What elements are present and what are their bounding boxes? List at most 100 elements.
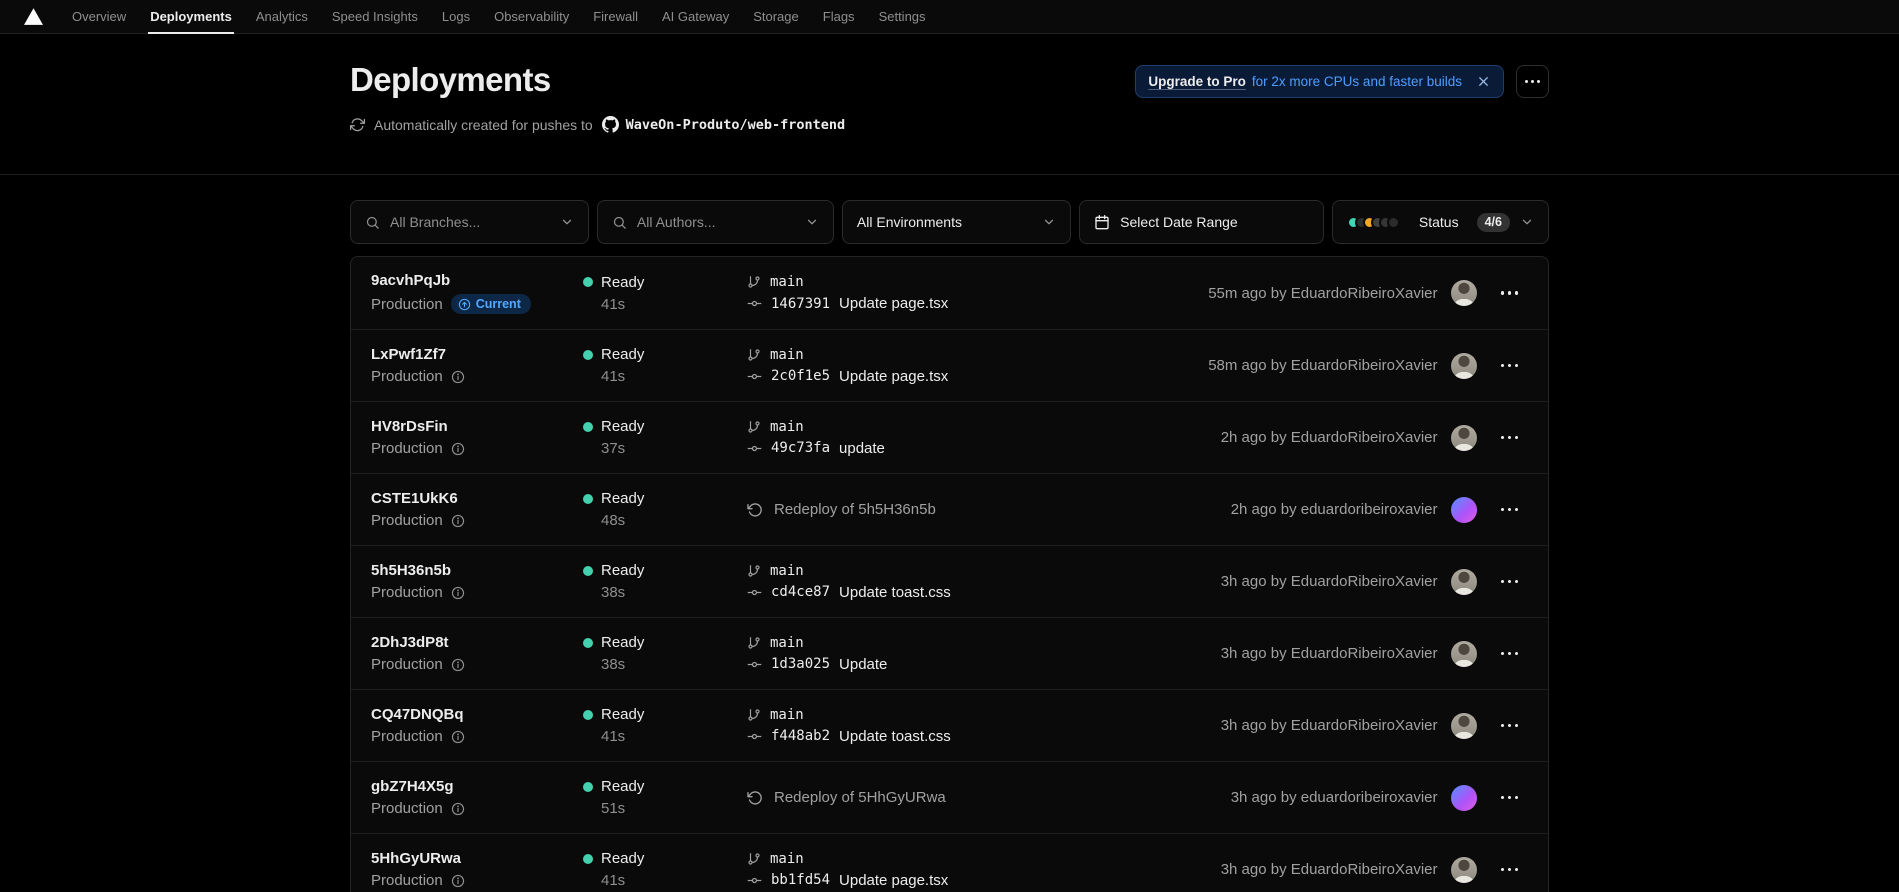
deployment-row[interactable]: 5HhGyURwa Production Ready 41s main bb1f… xyxy=(351,833,1548,892)
deployment-id[interactable]: CSTE1UkK6 xyxy=(371,490,583,507)
deployment-status: Ready xyxy=(601,634,645,651)
git-branch-icon xyxy=(747,852,761,866)
deployment-id[interactable]: 5HhGyURwa xyxy=(371,850,583,867)
branch-block: main cd4ce87 Update toast.css xyxy=(747,563,1221,601)
commit-hash[interactable]: bb1fd54 xyxy=(771,872,830,888)
tab-speed-insights[interactable]: Speed Insights xyxy=(320,0,430,33)
banner-close-icon[interactable] xyxy=(1476,74,1491,89)
branches-placeholder: All Branches... xyxy=(390,214,481,230)
row-overflow-menu-button[interactable] xyxy=(1491,642,1529,666)
deployments-list: 9acvhPqJb Production Current Ready 41s m… xyxy=(350,256,1549,892)
info-icon[interactable] xyxy=(451,874,465,888)
commit-message[interactable]: Update page.tsx xyxy=(839,295,948,312)
deployment-meta: 2h ago by EduardoRibeiroXavier xyxy=(1220,429,1438,446)
repo-link[interactable]: WaveOn-Produto/web-frontend xyxy=(601,116,845,133)
deployment-status: Ready xyxy=(601,562,645,579)
tab-settings[interactable]: Settings xyxy=(867,0,938,33)
info-icon[interactable] xyxy=(451,442,465,456)
commit-hash[interactable]: cd4ce87 xyxy=(771,584,830,600)
branch-name[interactable]: main xyxy=(770,419,804,435)
row-overflow-menu-button[interactable] xyxy=(1491,281,1529,305)
commit-hash[interactable]: f448ab2 xyxy=(771,728,830,744)
deployment-id[interactable]: 5h5H36n5b xyxy=(371,562,583,579)
top-nav: Overview Deployments Analytics Speed Insigh… xyxy=(0,0,1899,34)
commit-message[interactable]: Update page.tsx xyxy=(839,368,948,385)
tab-observability[interactable]: Observability xyxy=(482,0,581,33)
commit-message[interactable]: Update page.tsx xyxy=(839,872,948,889)
vercel-logo-icon[interactable] xyxy=(16,0,50,33)
upgrade-to-pro-banner[interactable]: Upgrade to Pro for 2x more CPUs and fast… xyxy=(1135,65,1504,98)
deployment-row[interactable]: 5h5H36n5b Production Ready 38s main cd4c… xyxy=(351,545,1548,617)
row-overflow-menu-button[interactable] xyxy=(1491,498,1529,522)
branch-name[interactable]: main xyxy=(770,347,804,363)
commit-hash[interactable]: 1467391 xyxy=(771,296,830,312)
deployment-meta: 58m ago by EduardoRibeiroXavier xyxy=(1208,357,1438,374)
deployment-row[interactable]: gbZ7H4X5g Production Ready 51s Redeploy … xyxy=(351,761,1548,833)
status-filter-select[interactable]: Status 4/6 xyxy=(1331,200,1549,244)
commit-message[interactable]: Update toast.css xyxy=(839,584,951,601)
authors-filter-input[interactable]: All Authors... xyxy=(596,200,834,244)
upgrade-banner-link[interactable]: Upgrade to Pro xyxy=(1148,74,1246,89)
status-dot xyxy=(583,493,593,504)
tab-ai-gateway[interactable]: AI Gateway xyxy=(650,0,741,33)
tab-flags[interactable]: Flags xyxy=(811,0,867,33)
row-overflow-menu-button[interactable] xyxy=(1491,354,1529,378)
commit-hash[interactable]: 49c73fa xyxy=(771,440,830,456)
commit-message[interactable]: Update toast.css xyxy=(839,728,951,745)
deployment-id[interactable]: 2DhJ3dP8t xyxy=(371,634,583,651)
branch-name[interactable]: main xyxy=(770,707,804,723)
current-badge: Current xyxy=(450,294,531,314)
info-icon[interactable] xyxy=(451,370,465,384)
branch-name[interactable]: main xyxy=(770,563,804,579)
tab-storage[interactable]: Storage xyxy=(741,0,811,33)
info-icon[interactable] xyxy=(451,730,465,744)
deployment-row[interactable]: CQ47DNQBq Production Ready 41s main f448… xyxy=(351,689,1548,761)
git-commit-icon xyxy=(747,657,762,672)
info-icon[interactable] xyxy=(451,658,465,672)
row-overflow-menu-button[interactable] xyxy=(1491,426,1529,450)
info-icon[interactable] xyxy=(451,586,465,600)
row-overflow-menu-button[interactable] xyxy=(1491,786,1529,810)
deployment-row[interactable]: 2DhJ3dP8t Production Ready 38s main 1d3a… xyxy=(351,617,1548,689)
deployment-id[interactable]: 9acvhPqJb xyxy=(371,272,583,289)
commit-message[interactable]: update xyxy=(839,440,885,457)
branch-name[interactable]: main xyxy=(770,851,804,867)
arrow-up-circle-icon xyxy=(458,298,470,310)
tab-analytics[interactable]: Analytics xyxy=(244,0,320,33)
row-overflow-menu-button[interactable] xyxy=(1491,714,1529,738)
commit-hash[interactable]: 2c0f1e5 xyxy=(771,368,830,384)
build-duration: 41s xyxy=(601,368,626,385)
commit-message[interactable]: Update xyxy=(839,656,887,673)
tab-overview[interactable]: Overview xyxy=(60,0,138,33)
deployment-row[interactable]: CSTE1UkK6 Production Ready 48s Redeploy … xyxy=(351,473,1548,545)
row-overflow-menu-button[interactable] xyxy=(1491,858,1529,882)
deployment-id[interactable]: gbZ7H4X5g xyxy=(371,778,583,795)
info-icon[interactable] xyxy=(451,514,465,528)
git-commit-icon xyxy=(747,585,762,600)
branch-block: main 2c0f1e5 Update page.tsx xyxy=(747,347,1208,385)
tab-firewall[interactable]: Firewall xyxy=(581,0,650,33)
deployment-id[interactable]: CQ47DNQBq xyxy=(371,706,583,723)
info-icon[interactable] xyxy=(451,802,465,816)
repo-name[interactable]: WaveOn-Produto/web-frontend xyxy=(626,117,845,133)
header-overflow-menu-button[interactable] xyxy=(1516,65,1549,98)
tab-logs[interactable]: Logs xyxy=(430,0,482,33)
deployment-id[interactable]: HV8rDsFin xyxy=(371,418,583,435)
deployment-environment: Production xyxy=(371,512,443,529)
status-dot xyxy=(583,709,593,720)
commit-hash[interactable]: 1d3a025 xyxy=(771,656,830,672)
tab-deployments[interactable]: Deployments xyxy=(138,0,244,34)
status-label: Status xyxy=(1418,214,1459,230)
deployment-status: Ready xyxy=(601,490,645,507)
date-range-filter[interactable]: Select Date Range xyxy=(1079,200,1324,244)
branch-name[interactable]: main xyxy=(770,635,804,651)
branches-filter-input[interactable]: All Branches... xyxy=(350,200,589,244)
row-overflow-menu-button[interactable] xyxy=(1491,570,1529,594)
deployment-row[interactable]: 9acvhPqJb Production Current Ready 41s m… xyxy=(351,257,1548,329)
deployment-row[interactable]: HV8rDsFin Production Ready 37s main 49c7… xyxy=(351,401,1548,473)
environments-label: All Environments xyxy=(856,214,962,230)
deployment-row[interactable]: LxPwf1Zf7 Production Ready 41s main 2c0f… xyxy=(351,329,1548,401)
branch-name[interactable]: main xyxy=(770,274,804,290)
deployment-id[interactable]: LxPwf1Zf7 xyxy=(371,346,583,363)
environments-filter-select[interactable]: All Environments xyxy=(841,200,1072,244)
